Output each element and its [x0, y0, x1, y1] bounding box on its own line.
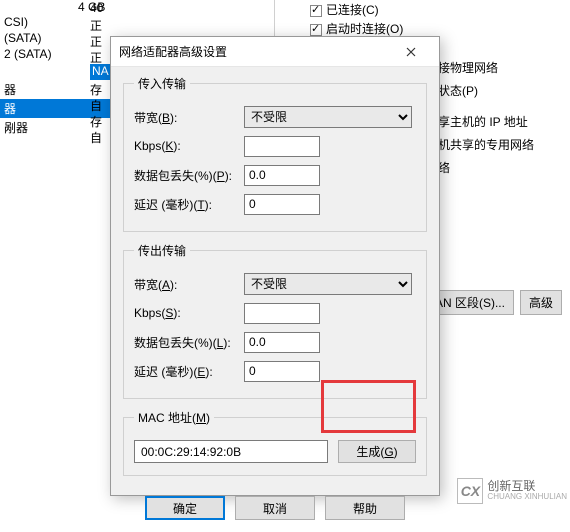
logo-mark: CX — [457, 478, 483, 504]
latency-label: 延迟 (毫秒)(T): — [134, 196, 244, 213]
network-advanced-dialog: 网络适配器高级设置 传入传输 带宽(B): 不受限 Kbps(K): 数据包丢失… — [110, 36, 440, 496]
loss-label: 数据包丢失(%)(P): — [134, 167, 244, 184]
bandwidth-label: 带宽(B): — [134, 109, 244, 126]
kbps-label: Kbps(S): — [134, 306, 244, 320]
bandwidth-label: 带宽(A): — [134, 276, 244, 293]
outgoing-kbps-input[interactable] — [244, 303, 320, 324]
kbps-label: Kbps(K): — [134, 139, 244, 153]
close-icon — [406, 47, 416, 57]
ok-button[interactable]: 确定 — [145, 496, 225, 520]
outgoing-group: 传出传输 带宽(A): 不受限 Kbps(S): 数据包丢失(%)(L): 延迟… — [123, 242, 427, 399]
advanced-button[interactable]: 高级 — [520, 290, 562, 315]
outgoing-loss-input[interactable] — [244, 332, 320, 353]
outgoing-legend: 传出传输 — [134, 242, 190, 259]
background-col2: 40 正 正 正 NA 存 自 存 自 — [90, 0, 111, 144]
incoming-group: 传入传输 带宽(B): 不受限 Kbps(K): 数据包丢失(%)(P): 延迟… — [123, 75, 427, 232]
incoming-latency-input[interactable] — [244, 194, 320, 215]
mac-address-input[interactable] — [134, 440, 328, 463]
checkbox-connected[interactable] — [310, 5, 322, 17]
close-button[interactable] — [391, 38, 431, 66]
bg-divider — [274, 0, 275, 40]
dialog-footer: 确定 取消 帮助 — [111, 486, 439, 532]
incoming-legend: 传入传输 — [134, 75, 190, 92]
loss-label: 数据包丢失(%)(L): — [134, 334, 244, 351]
cancel-button[interactable]: 取消 — [235, 496, 315, 520]
outgoing-latency-input[interactable] — [244, 361, 320, 382]
incoming-kbps-input[interactable] — [244, 136, 320, 157]
outgoing-bandwidth-select[interactable]: 不受限 — [244, 273, 412, 295]
dialog-title: 网络适配器高级设置 — [119, 43, 391, 60]
titlebar: 网络适配器高级设置 — [111, 37, 439, 67]
bg-buttons: LAN 区段(S)... 高级 — [419, 290, 562, 315]
mac-legend: MAC 地址(M) — [134, 409, 214, 426]
help-button[interactable]: 帮助 — [325, 496, 405, 520]
mac-group: MAC 地址(M) 生成(G) — [123, 409, 427, 476]
latency-label: 延迟 (毫秒)(E): — [134, 363, 244, 380]
generate-button[interactable]: 生成(G) — [338, 440, 416, 463]
incoming-loss-input[interactable] — [244, 165, 320, 186]
watermark-logo: CX 创新互联 CHUANG XINHULIAN — [457, 478, 567, 504]
logo-text-en: CHUANG XINHULIAN — [487, 493, 567, 502]
checkbox-boot[interactable] — [310, 24, 322, 36]
incoming-bandwidth-select[interactable]: 不受限 — [244, 106, 412, 128]
